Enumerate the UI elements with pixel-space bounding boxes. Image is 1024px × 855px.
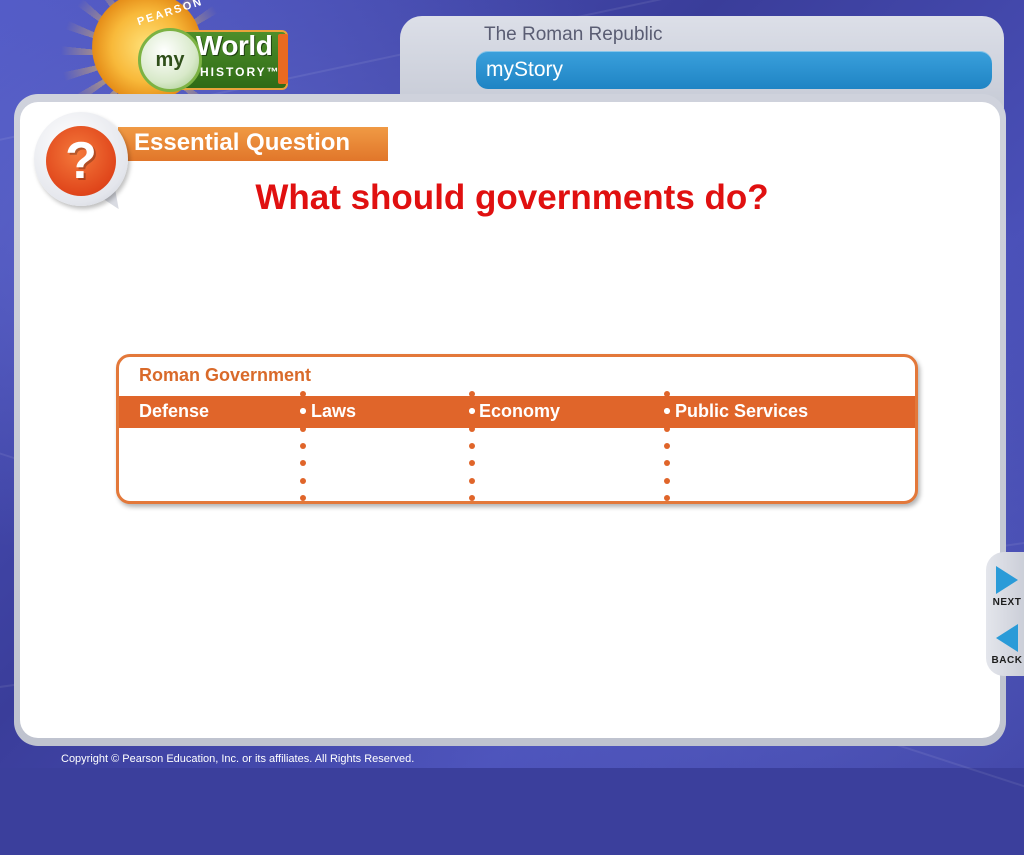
back-button[interactable]: BACK [990,616,1024,672]
copyright-text: Copyright © Pearson Education, Inc. or i… [61,753,415,765]
column-header-defense: Defense [139,401,210,421]
arrow-right-icon [996,566,1018,594]
column-header-public-services: Public Services [675,401,809,421]
organizer-title: Roman Government [139,365,312,385]
logo-my-badge: my [138,28,202,92]
column-divider [664,391,670,501]
column-divider [300,391,306,501]
column-header-economy: Economy [479,401,561,421]
my-world-history-logo: PEARSON my World HISTORY™ [40,0,290,140]
essential-question-text: What should governments do? [255,178,769,217]
essential-question-label: Essential Question [134,129,351,156]
column-header-laws: Laws [311,401,357,421]
next-label: NEXT [992,597,1022,608]
roman-government-organizer: Roman Government Defense Laws Economy Pu… [116,354,918,504]
section-title: myStory [486,58,564,81]
organizer-header-row: Defense Laws Economy Public Services [119,396,915,428]
logo-world-text: World [196,30,273,61]
arrow-left-icon [996,624,1018,652]
back-label: BACK [991,655,1023,666]
column-divider [469,391,475,501]
next-button[interactable]: NEXT [990,558,1024,614]
section-bar: myStory [476,51,992,89]
logo-history-text: HISTORY™ [200,65,281,79]
chapter-title: The Roman Republic [484,24,663,45]
